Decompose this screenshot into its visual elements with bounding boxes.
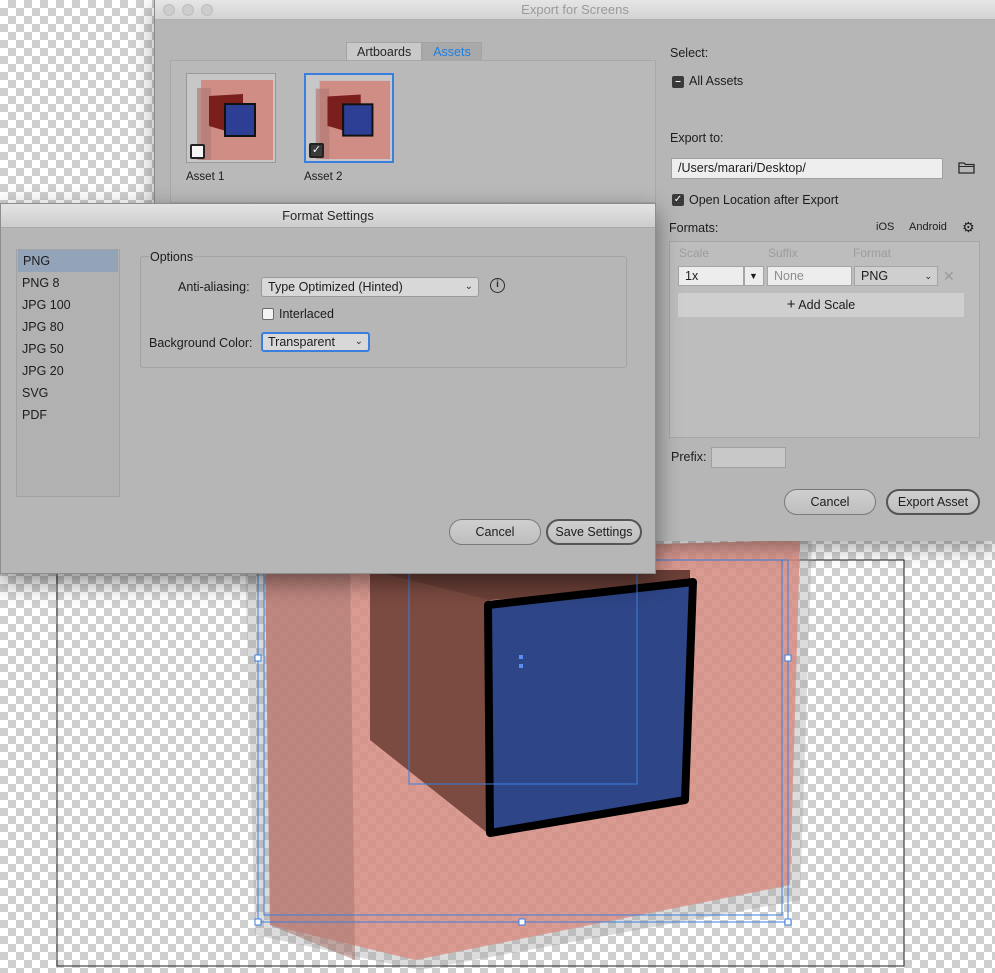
prefix-field[interactable]	[711, 447, 786, 468]
asset-thumbnail[interactable]: ✓	[304, 73, 394, 163]
formats-table: Scale Suffix Format 1x ▼ None PNG ⌄ ✕ + …	[669, 241, 980, 438]
window-titlebar: Export for Screens	[155, 0, 995, 20]
export-to-label: Export to:	[670, 131, 724, 145]
all-assets-label: All Assets	[689, 74, 744, 88]
open-location-checkbox[interactable]: ✓	[672, 194, 684, 206]
format-item-jpg80[interactable]: JPG 80	[17, 316, 119, 338]
tab-artboards[interactable]: Artboards	[346, 42, 423, 61]
dialog-cancel-button[interactable]: Cancel	[449, 519, 541, 545]
format-item-svg[interactable]: SVG	[17, 382, 119, 404]
anti-aliasing-select[interactable]: Type Optimized (Hinted) ⌄	[261, 277, 479, 297]
background-color-value: Transparent	[268, 335, 335, 349]
anti-aliasing-label: Anti-aliasing:	[178, 280, 250, 294]
format-select-value: PNG	[861, 269, 889, 283]
anti-aliasing-value: Type Optimized (Hinted)	[268, 280, 403, 294]
options-group	[140, 256, 627, 368]
gear-icon[interactable]: ⚙	[962, 219, 975, 236]
minimize-window-button[interactable]	[182, 4, 194, 16]
export-path-field[interactable]: /Users/marari/Desktop/	[671, 158, 943, 179]
format-item-png8[interactable]: PNG 8	[17, 272, 119, 294]
plus-icon: +	[786, 296, 796, 313]
options-heading: Options	[149, 250, 195, 264]
chevron-down-icon: ⌄	[924, 271, 932, 281]
add-scale-label: Add Scale	[798, 298, 856, 312]
interlaced-label: Interlaced	[279, 307, 334, 321]
folder-icon[interactable]	[958, 161, 975, 174]
prefix-label: Prefix:	[671, 450, 707, 464]
android-preset-button[interactable]: Android	[909, 221, 947, 233]
asset-tile[interactable]: Asset 1	[186, 73, 276, 183]
zoom-window-button[interactable]	[201, 4, 213, 16]
scale-field[interactable]: 1x	[678, 266, 744, 286]
format-select[interactable]: PNG ⌄	[854, 266, 938, 286]
scale-dropdown-button[interactable]: ▼	[744, 266, 764, 286]
scale-column-header: Scale	[679, 246, 710, 260]
interlaced-checkbox[interactable]	[262, 308, 274, 320]
asset-label: Asset 2	[304, 171, 343, 183]
select-label: Select:	[670, 46, 709, 60]
asset-label: Asset 1	[186, 171, 225, 183]
format-list: PNG PNG 8 JPG 100 JPG 80 JPG 50 JPG 20 S…	[16, 249, 120, 497]
save-settings-button[interactable]: Save Settings	[546, 519, 642, 545]
format-item-jpg100[interactable]: JPG 100	[17, 294, 119, 316]
format-column-header: Format	[853, 246, 892, 260]
suffix-column-header: Suffix	[768, 246, 798, 260]
inner-cube-front	[484, 578, 697, 837]
format-item-jpg50[interactable]: JPG 50	[17, 338, 119, 360]
add-scale-button[interactable]: + Add Scale	[678, 293, 964, 317]
format-item-png[interactable]: PNG	[18, 250, 118, 272]
chevron-down-icon: ⌄	[354, 336, 363, 347]
asset-tile[interactable]: ✓ Asset 2	[304, 73, 394, 183]
window-title: Export for Screens	[521, 2, 629, 17]
dialog-title: Format Settings	[1, 204, 655, 228]
asset-checkbox[interactable]	[190, 144, 205, 159]
background-color-select[interactable]: Transparent ⌄	[261, 332, 370, 352]
format-item-pdf[interactable]: PDF	[17, 404, 119, 426]
tab-assets[interactable]: Assets	[422, 42, 482, 61]
cancel-button[interactable]: Cancel	[784, 489, 876, 515]
format-settings-dialog: Format Settings PNG PNG 8 JPG 100 JPG 80…	[0, 203, 656, 574]
view-tabs: Artboards Assets	[346, 42, 482, 61]
all-assets-checkbox[interactable]: –	[672, 76, 684, 88]
info-icon[interactable]: i	[490, 278, 505, 293]
background-color-label: Background Color:	[149, 336, 253, 350]
export-asset-button[interactable]: Export Asset	[886, 489, 980, 515]
remove-scale-icon[interactable]: ✕	[943, 268, 955, 285]
format-item-jpg20[interactable]: JPG 20	[17, 360, 119, 382]
open-location-label: Open Location after Export	[689, 193, 839, 207]
close-window-button[interactable]	[163, 4, 175, 16]
ios-preset-button[interactable]: iOS	[876, 221, 894, 233]
assets-grid: Asset 1 ✓ Asset 2	[170, 60, 656, 203]
suffix-field[interactable]: None	[767, 266, 852, 286]
asset-thumbnail[interactable]	[186, 73, 276, 163]
asset-checkbox[interactable]: ✓	[309, 143, 324, 158]
chevron-down-icon: ⌄	[464, 281, 473, 292]
formats-label: Formats:	[669, 221, 719, 235]
